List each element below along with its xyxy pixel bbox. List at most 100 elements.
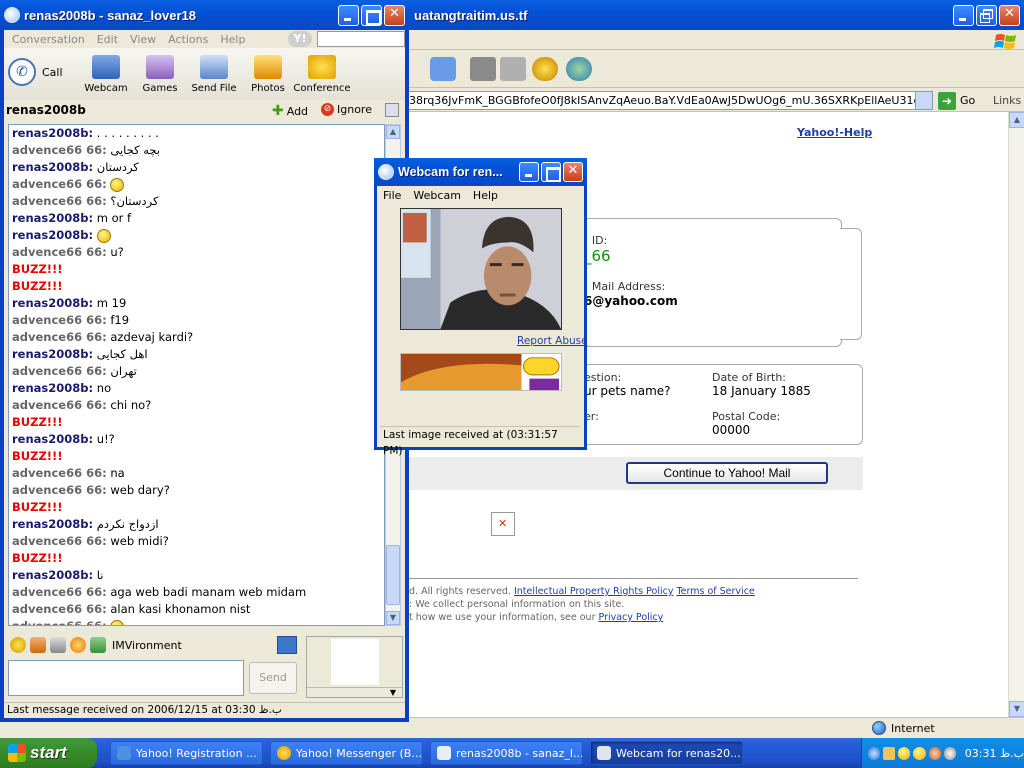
ad-banner-image[interactable] [400,353,562,391]
task-yahoo-registration[interactable]: Yahoo! Registration ... [110,741,263,765]
start-button[interactable]: start [0,738,97,768]
tray-messenger-icon[interactable] [898,746,911,760]
message-sender: advence66 66 [12,398,103,412]
contact-card-icon[interactable] [385,103,399,117]
edit-icon[interactable] [500,57,526,81]
messenger-search-input[interactable] [317,31,405,47]
message-separator: : [102,466,107,480]
address-input[interactable]: 38rq36JvFmK_BGGBfofeO0fJ8kISAnvZqAeuo.Ba… [405,91,933,110]
chat-message: BUZZ!!! [9,550,384,567]
message-text: chi no? [110,398,152,412]
chat-scroll-down-icon[interactable]: ▼ [386,611,400,625]
terms-link[interactable]: Terms of Service [676,586,754,597]
continue-to-mail-button[interactable]: Continue to Yahoo! Mail [626,462,828,484]
chat-log[interactable]: renas2008b: . . . . . . . . . advence66 6… [8,124,385,626]
menu-edit[interactable]: Edit [97,33,118,46]
webcam-minimize-button[interactable] [519,162,539,182]
send-file-button[interactable]: Send File [184,52,244,94]
message-text: کردستان؟ [110,194,159,208]
messenger-minimize-button[interactable] [338,4,359,26]
smiley-icon [96,228,111,243]
chat-scroll-thumb[interactable] [386,545,400,605]
message-text: azdevaj kardi? [110,330,194,344]
avatar-dropdown-icon[interactable]: ▼ [307,687,402,697]
menu-actions[interactable]: Actions [168,33,208,46]
go-button[interactable]: ➜ Go [938,91,975,110]
tray-expand-icon[interactable] [868,746,881,760]
menu-help[interactable]: Help [220,33,245,46]
audible-icon[interactable] [30,637,46,653]
messenger-window: renas2008b - sanaz_lover18 Conversation … [0,0,409,722]
security-zone: Internet [872,721,935,735]
webcam-close-button[interactable] [563,162,583,182]
links-button[interactable]: Links [993,94,1021,107]
emoticon-icon[interactable] [10,637,26,653]
message-input[interactable] [8,660,244,696]
yahoo-help-link[interactable]: Yahoo!-Help [797,126,872,139]
report-abuse-link[interactable]: Report Abuse [517,335,588,347]
mail-address-value: 6@yahoo.com [584,294,678,308]
scroll-down-icon[interactable]: ▼ [1009,701,1024,717]
security-question-value: ur pets name? [584,384,671,398]
menu-conversation[interactable]: Conversation [12,33,85,46]
call-label: Call [42,65,63,79]
task-label: Yahoo! Messenger (B... [296,746,422,760]
messenger-titlebar[interactable]: renas2008b - sanaz_lover18 [0,0,409,30]
browser-minimize-button[interactable] [953,4,974,26]
go-arrow-icon: ➜ [938,91,956,110]
avatar[interactable] [331,639,379,685]
messenger-maximize-button[interactable] [361,4,382,26]
chat-scroll-up-icon[interactable]: ▲ [386,125,400,139]
imvironment-label[interactable]: IMVironment [112,639,182,652]
menu-view[interactable]: View [130,33,156,46]
tray-smiley-icon[interactable] [913,746,926,760]
dice-icon [146,55,174,79]
webcam-maximize-button[interactable] [541,162,561,182]
send-button[interactable]: Send [249,662,297,694]
webcam-menu-file[interactable]: File [383,189,401,202]
games-button[interactable]: Games [130,52,190,94]
font-style-icon[interactable] [50,637,66,653]
add-contact-button[interactable]: ✚ Add [272,103,308,119]
ignore-button[interactable]: ⊘ Ignore [321,103,372,116]
task-yahoo-messenger[interactable]: Yahoo! Messenger (B... [270,741,423,765]
mail-icon[interactable] [430,57,456,81]
messenger-statusbar: Last message received on 2006/12/15 at 0… [4,702,405,718]
conference-button[interactable]: Conference [292,52,352,94]
browser-scrollbar[interactable]: ▲ ▼ [1008,112,1024,717]
webcam-button[interactable]: Webcam [76,52,136,94]
message-text: no [96,381,112,395]
buzz-alert: BUZZ!!! [12,500,63,514]
contacts-icon[interactable] [566,57,592,81]
task-conversation[interactable]: renas2008b - sanaz_l... [430,741,583,765]
message-text: بچه کجایی [110,143,161,157]
privacy-policy-link[interactable]: Privacy Policy [599,612,664,623]
message-sender: advence66 66 [12,466,103,480]
imvironment-icon[interactable] [90,637,106,653]
tray-mail-icon[interactable] [883,746,896,760]
user-profile-icon[interactable] [277,636,297,654]
tray-volume-icon[interactable] [943,746,956,760]
message-text: na [110,466,125,480]
message-text: aga web badi manam web midam [110,585,307,599]
browser-close-button[interactable] [999,4,1020,26]
buzz-icon[interactable] [70,637,86,653]
tray-network-icon[interactable] [928,746,941,760]
browser-restore-button[interactable] [976,4,997,26]
yahoo-messenger-icon[interactable] [532,57,558,81]
task-webcam[interactable]: Webcam for renas20... [590,741,743,765]
postal-code-value: 00000 [712,423,751,437]
webcam-menu-help[interactable]: Help [473,189,498,202]
scroll-up-icon[interactable]: ▲ [1009,112,1024,128]
address-dropdown-icon[interactable] [915,92,932,109]
webcam-video-image [400,208,562,330]
messenger-close-button[interactable] [384,4,405,26]
message-text: کردستان [96,160,139,174]
photos-button[interactable]: Photos [238,52,298,94]
call-button[interactable]: ✆ Call [8,58,63,86]
print-icon[interactable] [470,57,496,81]
message-separator: : [88,568,94,582]
webcam-titlebar[interactable]: Webcam for ren... [374,158,587,186]
webcam-menu-webcam[interactable]: Webcam [413,189,461,202]
ip-policy-link[interactable]: Intellectual Property Rights Policy [514,586,674,597]
